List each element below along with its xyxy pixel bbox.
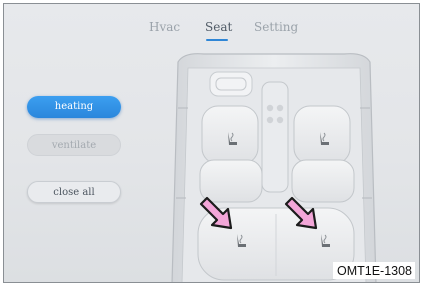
seat-heater-icon-front-left[interactable] [221,128,243,150]
car-body-outline [171,53,377,282]
seat-heater-icon-front-right[interactable] [313,128,335,150]
tab-seat[interactable]: Seat [205,20,232,34]
tab-setting[interactable]: Setting [254,20,298,34]
tab-bar: Hvac Seat Setting [4,20,419,44]
tab-hvac[interactable]: Hvac [149,20,180,34]
tab-active-indicator [206,39,228,41]
callout-arrow-icon-rear-left [199,196,233,230]
screen-frame: Hvac Seat Setting heating ventilate clos… [3,3,420,283]
ventilate-button[interactable]: ventilate [27,134,121,156]
figure-code-label: OMT1E-1308 [332,262,415,279]
callout-arrow-icon-rear-right [284,196,318,230]
heating-button[interactable]: heating [27,96,121,118]
car-top-view [164,48,384,282]
close-all-button[interactable]: close all [27,181,121,203]
